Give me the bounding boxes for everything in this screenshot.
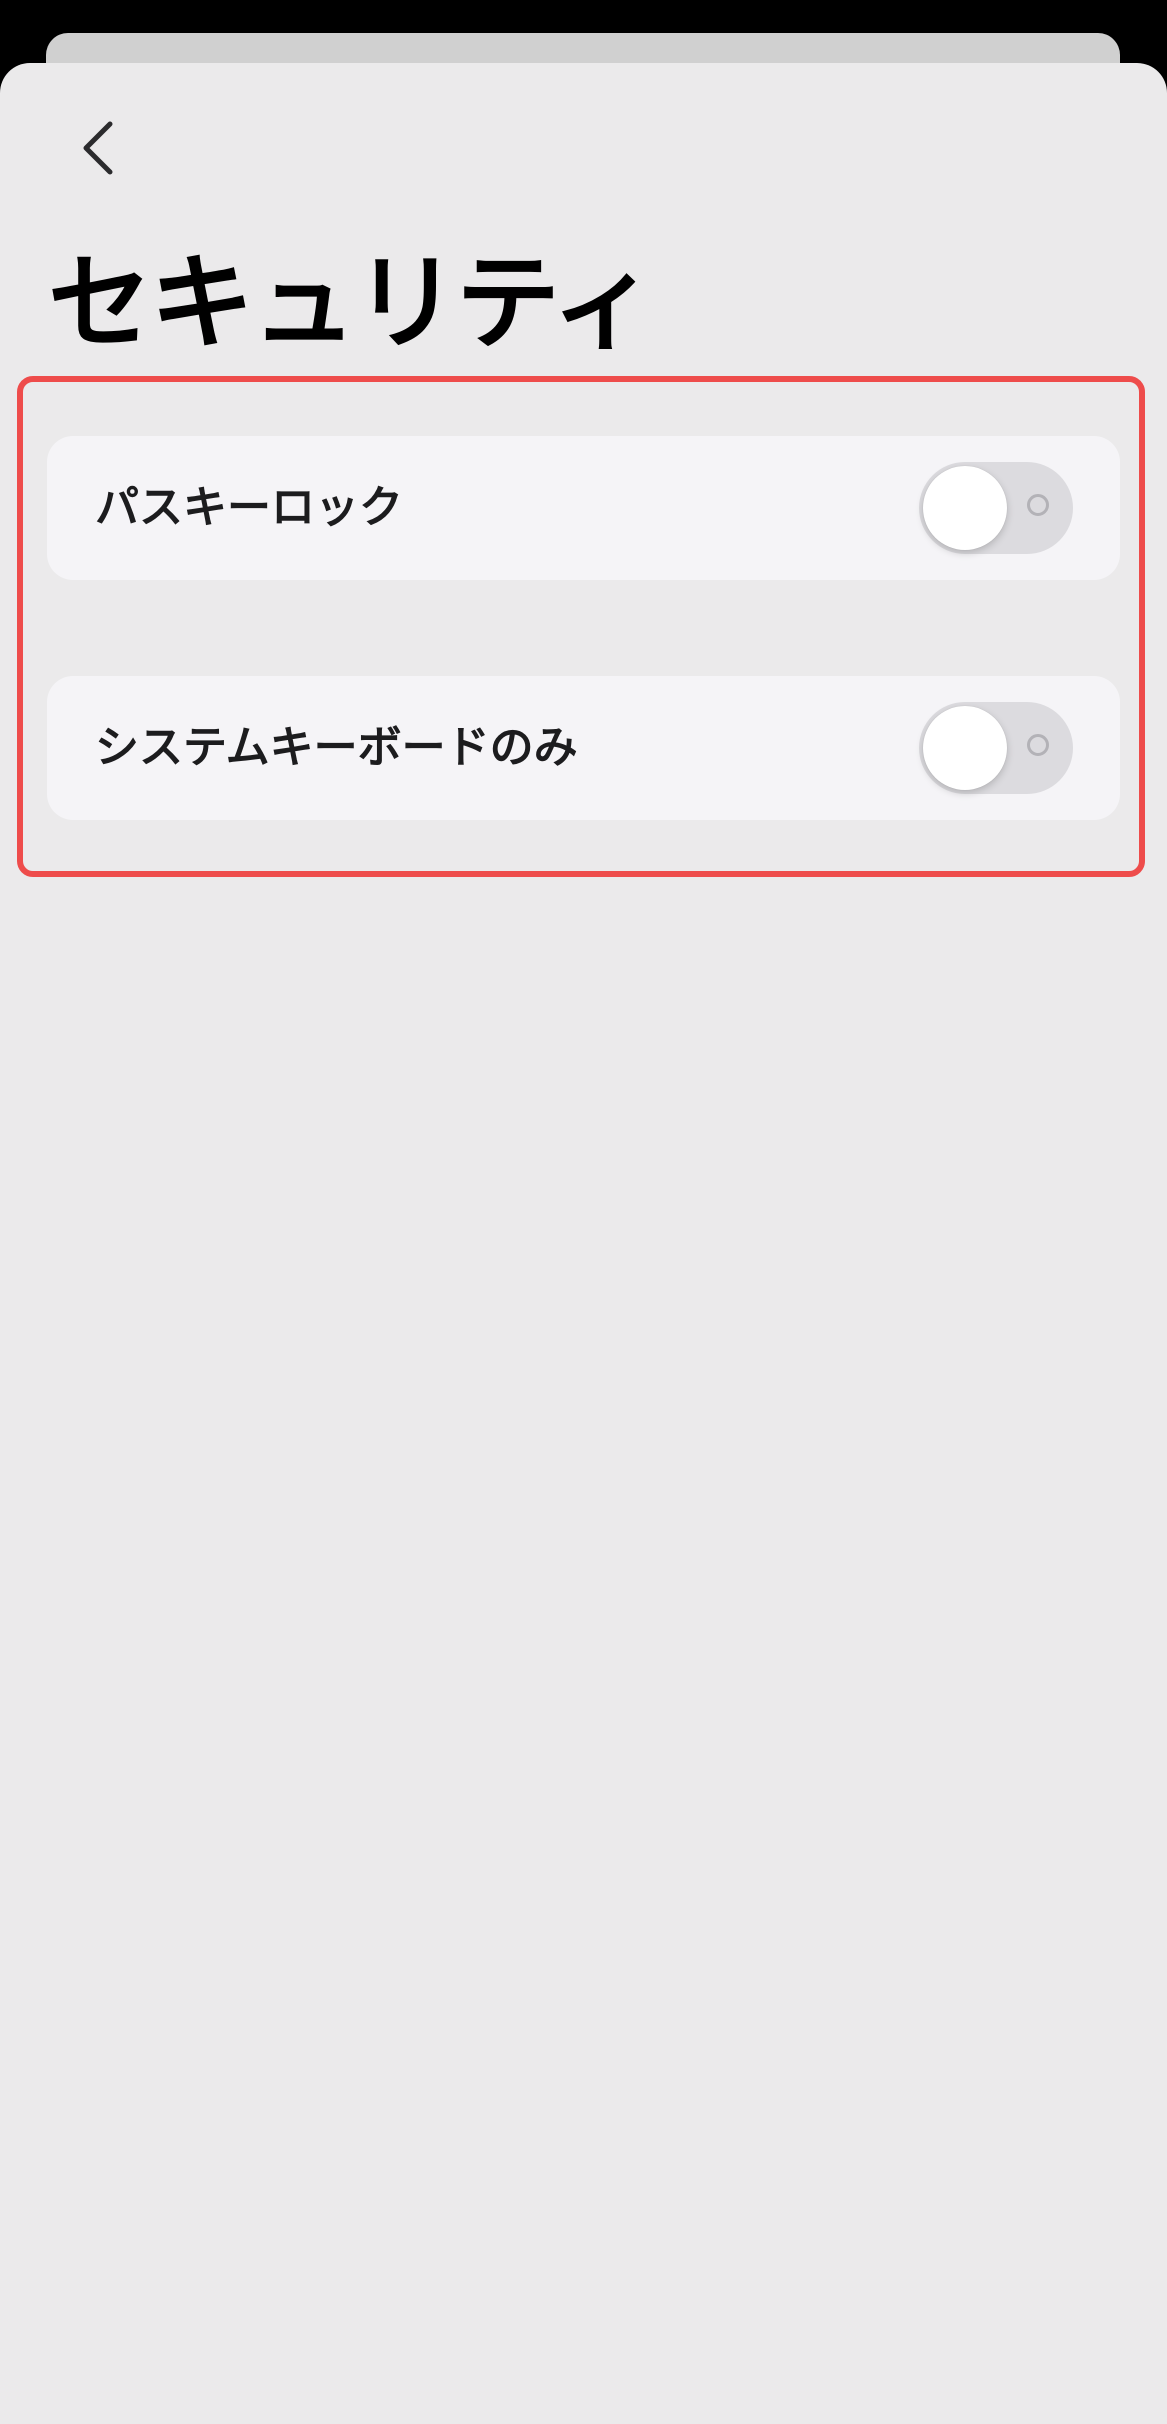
setting-row-passkey-lock: パスキーロック xyxy=(47,436,1120,580)
system-keyboard-only-toggle[interactable] xyxy=(919,702,1073,794)
page-title: セキュリティ xyxy=(48,242,656,364)
toggle-knob xyxy=(923,706,1007,790)
chevron-left-icon xyxy=(83,121,113,175)
toggle-off-indicator-icon xyxy=(1027,734,1049,756)
setting-label-passkey-lock: パスキーロック xyxy=(95,482,403,533)
toggle-knob xyxy=(923,466,1007,550)
setting-row-system-keyboard-only: システムキーボードのみ xyxy=(47,676,1120,820)
passkey-lock-toggle[interactable] xyxy=(919,462,1073,554)
back-button[interactable] xyxy=(66,110,130,186)
setting-label-system-keyboard-only: システムキーボードのみ xyxy=(95,722,578,773)
toggle-off-indicator-icon xyxy=(1027,494,1049,516)
